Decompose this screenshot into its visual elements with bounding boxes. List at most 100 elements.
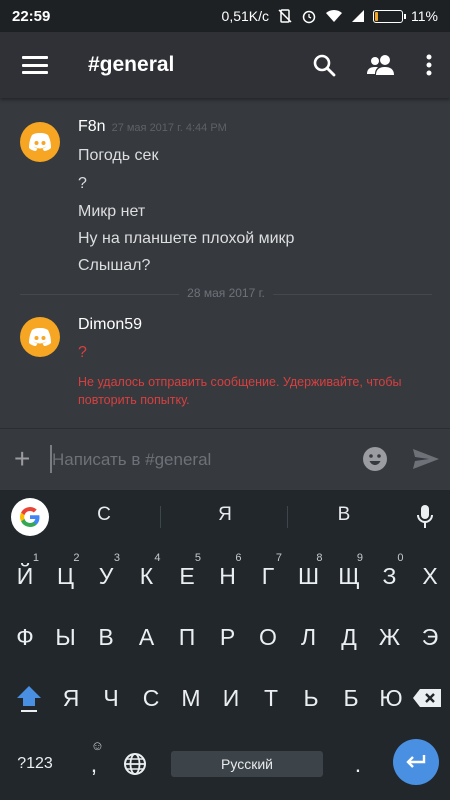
message-author[interactable]: Dimon59	[78, 316, 142, 334]
emoji-icon[interactable]	[362, 446, 388, 472]
signal-icon	[352, 10, 365, 22]
key-number-hint: 7	[275, 552, 282, 564]
letter-key[interactable]: А	[125, 609, 169, 665]
letter-key[interactable]: Ц2	[44, 548, 88, 604]
suggestion[interactable]: Я	[185, 504, 265, 526]
net-speed: 0,51K/c	[221, 8, 270, 24]
suggestion-strip: С Я В	[0, 490, 450, 542]
search-icon[interactable]	[312, 53, 336, 77]
key-number-hint: 8	[316, 552, 323, 564]
avatar[interactable]	[20, 122, 60, 162]
letter-key[interactable]: Ш8	[287, 548, 331, 604]
message-author[interactable]: F8n 27 мая 2017 г. 4:44 PM	[78, 118, 227, 136]
letter-key[interactable]: Ж	[368, 609, 412, 665]
letter-key[interactable]: Э	[408, 609, 450, 665]
message-timestamp: 27 мая 2017 г. 4:44 PM	[111, 122, 227, 134]
menu-icon[interactable]	[22, 56, 48, 74]
letter-key[interactable]: Ы	[44, 609, 88, 665]
key-label: А	[138, 623, 155, 650]
comma-label: ,	[90, 750, 98, 777]
letter-key[interactable]: Я	[49, 670, 93, 726]
author-name[interactable]: F8n	[78, 118, 106, 135]
period-key[interactable]: .	[336, 736, 380, 792]
comma-key[interactable]: , ☺	[72, 736, 116, 792]
shift-key[interactable]	[11, 678, 47, 718]
key-label: О	[259, 623, 277, 650]
vibrate-off-icon	[278, 9, 292, 23]
key-label: У	[98, 562, 114, 589]
letter-key[interactable]: Й1	[3, 548, 47, 604]
letter-key[interactable]: Г7	[246, 548, 290, 604]
key-label: Б	[343, 684, 359, 711]
key-label: Г	[261, 562, 275, 589]
author-name[interactable]: Dimon59	[78, 316, 142, 333]
language-key[interactable]	[113, 736, 157, 792]
key-label: П	[178, 623, 196, 650]
letter-key[interactable]: В	[84, 609, 128, 665]
letter-key[interactable]: Е5	[165, 548, 209, 604]
letter-key[interactable]: Ь	[289, 670, 333, 726]
letter-key[interactable]: Б	[329, 670, 373, 726]
letter-key[interactable]: М	[169, 670, 213, 726]
send-error-text[interactable]: Не удалось отправить сообщение. Удержива…	[78, 373, 428, 409]
members-icon[interactable]	[366, 54, 396, 76]
date-divider-label: 28 мая 2017 г.	[179, 286, 273, 300]
letter-key[interactable]: К4	[125, 548, 169, 604]
key-number-hint: 2	[73, 552, 80, 564]
letter-key[interactable]: Д	[327, 609, 371, 665]
letter-key[interactable]: Р	[206, 609, 250, 665]
backspace-icon	[413, 689, 441, 707]
letter-key[interactable]: Л	[287, 609, 331, 665]
suggestion[interactable]: В	[304, 504, 384, 526]
message-input[interactable]	[52, 447, 342, 473]
avatar[interactable]	[20, 317, 60, 357]
add-attachment-icon[interactable]: +	[14, 445, 30, 473]
mic-icon[interactable]	[416, 504, 434, 530]
discord-logo-icon	[29, 133, 51, 151]
more-vert-icon[interactable]	[426, 54, 432, 76]
letter-key[interactable]: Щ9	[327, 548, 371, 604]
key-label: Д	[341, 623, 357, 650]
key-label: Й	[16, 562, 34, 589]
backspace-key[interactable]	[405, 670, 449, 726]
key-label: Е	[179, 562, 195, 589]
key-label: К	[139, 562, 154, 589]
letter-key[interactable]: Ч	[89, 670, 133, 726]
key-label: И	[222, 684, 240, 711]
suggestion[interactable]: С	[64, 504, 144, 526]
letter-key[interactable]: Х	[408, 548, 450, 604]
letter-key[interactable]: О	[246, 609, 290, 665]
letter-key[interactable]: З0	[368, 548, 412, 604]
symbols-key[interactable]: ?123	[13, 736, 57, 792]
letter-key[interactable]: Т	[249, 670, 293, 726]
shift-underline	[21, 709, 37, 712]
key-label: Ы	[55, 623, 76, 650]
alarm-icon	[302, 10, 316, 24]
letter-key[interactable]: И	[209, 670, 253, 726]
letter-key[interactable]: С	[129, 670, 173, 726]
letter-key[interactable]: Ф	[3, 609, 47, 665]
keyboard: С Я В Й1Ц2У3К4Е5Н6Г7Ш8Щ9З0Х ФЫВАПРОЛДЖЭ …	[0, 490, 450, 800]
key-label: Ц	[56, 562, 74, 589]
key-label: Э	[421, 623, 439, 650]
letter-key[interactable]: Н6	[206, 548, 250, 604]
header-actions	[312, 53, 432, 77]
failed-message-text[interactable]: ?	[78, 344, 87, 362]
app-header: #general	[0, 32, 450, 98]
letter-key[interactable]: У3	[84, 548, 128, 604]
message-list[interactable]: F8n 27 мая 2017 г. 4:44 PM Погодь сек ? М…	[0, 98, 450, 428]
message-composer: +	[0, 428, 450, 490]
key-number-hint: 9	[356, 552, 363, 564]
enter-key[interactable]	[393, 739, 439, 785]
battery-percent: 11%	[411, 8, 438, 24]
google-logo-icon[interactable]	[11, 498, 49, 536]
suggestion-separator	[287, 506, 288, 528]
key-label: Щ	[338, 562, 360, 589]
channel-title: #general	[88, 53, 175, 76]
send-icon[interactable]	[412, 448, 440, 470]
space-key[interactable]: Русский	[171, 751, 323, 777]
message-text: ?	[78, 175, 87, 192]
key-label: М	[181, 684, 201, 711]
letter-key[interactable]: П	[165, 609, 209, 665]
enter-arrow-icon	[406, 755, 426, 768]
